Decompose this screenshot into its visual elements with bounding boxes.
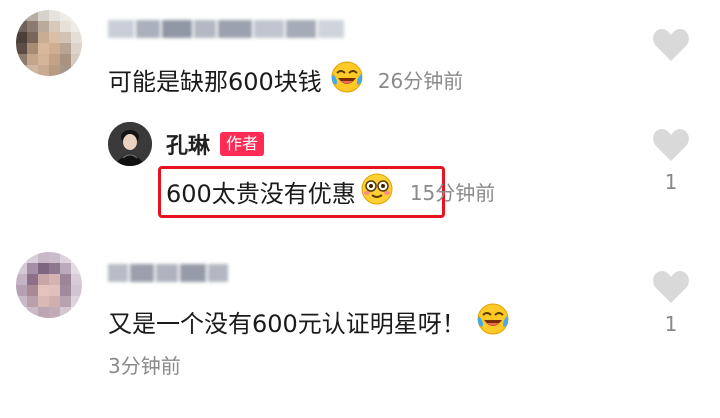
author-badge: 作者 <box>220 132 265 156</box>
author-avatar[interactable] <box>108 122 152 166</box>
like-count: 1 <box>664 170 678 194</box>
comment-3-body: 又是一个没有600元认证明星呀！ <box>108 302 510 340</box>
author-header: 孔琳 作者 <box>166 128 265 160</box>
smiling-glasses-emoji <box>360 172 394 210</box>
heart-icon <box>653 129 689 161</box>
commenter-avatar[interactable] <box>16 252 82 318</box>
commenter-name-blurred[interactable] <box>108 262 228 284</box>
comment-1-body: 可能是缺那600块钱 26分钟前 <box>108 60 463 98</box>
comment-text: 可能是缺那600块钱 <box>108 67 322 96</box>
commenter-name-blurred[interactable] <box>108 18 344 40</box>
reply-timestamp: 15分钟前 <box>409 180 496 205</box>
heart-icon <box>653 271 689 303</box>
like-button[interactable] <box>652 28 690 62</box>
comment-2-body: 600太贵没有优惠 15分钟前 <box>166 172 495 210</box>
comment-text: 又是一个没有600元认证明星呀！ <box>108 309 466 338</box>
like-count: 1 <box>664 312 678 336</box>
heart-icon <box>653 29 689 61</box>
like-button[interactable] <box>652 270 690 304</box>
comment-timestamp: 3分钟前 <box>108 354 181 378</box>
laughing-tears-emoji <box>476 302 510 340</box>
laughing-tears-emoji <box>330 60 364 98</box>
commenter-avatar[interactable] <box>16 10 82 76</box>
comment-timestamp: 26分钟前 <box>377 68 464 93</box>
like-button[interactable] <box>652 128 690 162</box>
reply-text: 600太贵没有优惠 <box>166 179 356 208</box>
author-name[interactable]: 孔琳 <box>166 128 210 160</box>
